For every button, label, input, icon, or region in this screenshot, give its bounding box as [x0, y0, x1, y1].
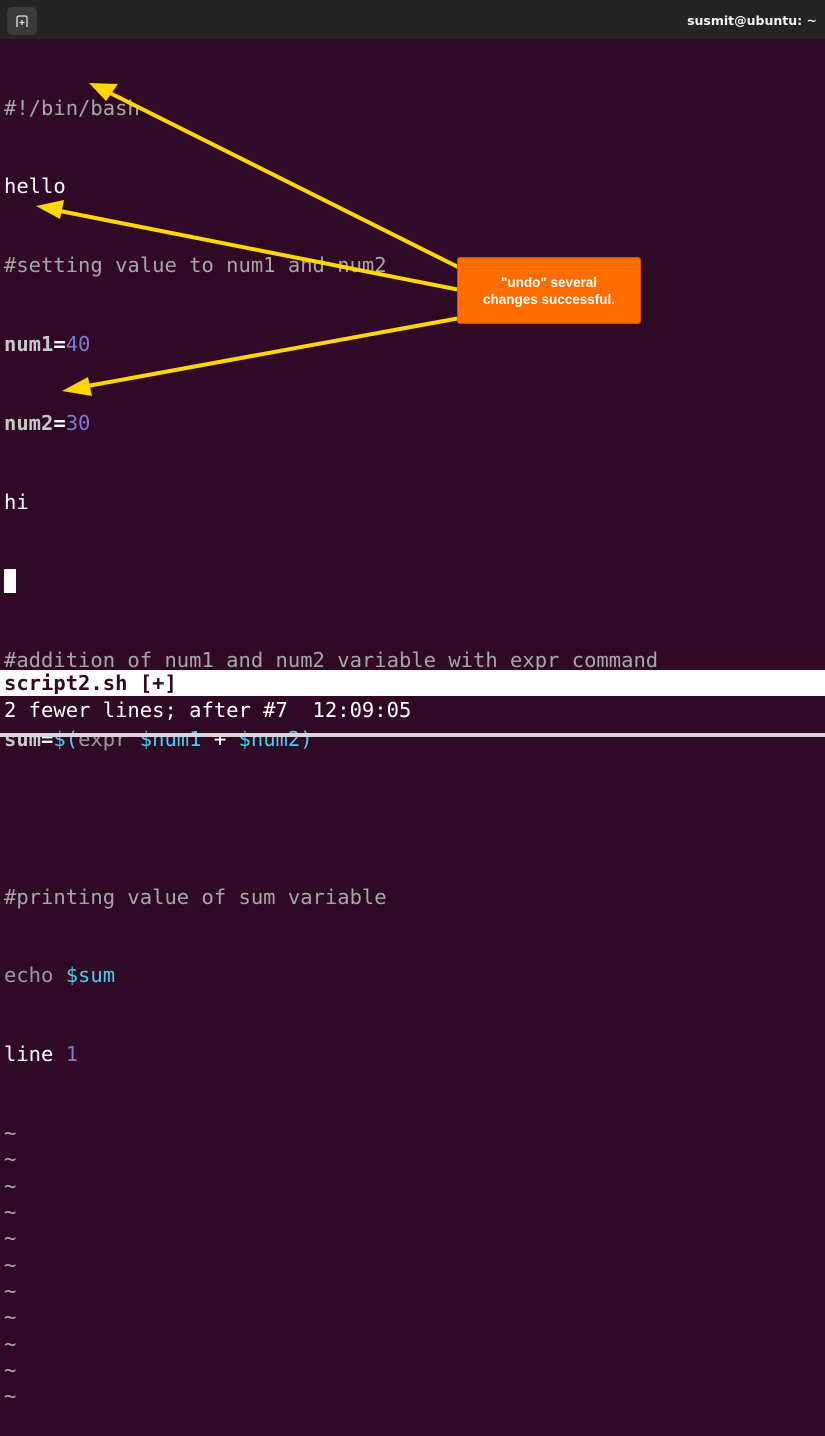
callout-line-2: changes successful. [482, 291, 616, 307]
vim-status-line: script2.sh [+] [0, 670, 825, 696]
tilde-line: ~ [4, 1278, 17, 1303]
variable: $num1 [139, 726, 202, 751]
variable: $sum [65, 963, 116, 988]
vim-editor[interactable]: #!/bin/bash hello #setting value to num1… [4, 42, 825, 1436]
new-tab-icon [16, 15, 28, 27]
tilde-line: ~ [4, 1226, 17, 1251]
tilde-line: ~ [4, 1147, 17, 1172]
text-cursor [4, 568, 16, 593]
number-literal: 1 [65, 1042, 79, 1067]
command: expr [78, 726, 140, 751]
annotation-callout: "undo" several changes successful. [457, 257, 641, 324]
word: line [4, 1042, 66, 1067]
var-name: num2 [4, 411, 54, 436]
operator: = [53, 411, 66, 436]
tilde-line: ~ [4, 1384, 17, 1409]
code-line-num1: num1=40 [4, 331, 825, 357]
operator: = [41, 726, 54, 751]
tilde-line: ~ [4, 1305, 17, 1330]
code-line-comment-setting: #setting value to num1 and num2 [4, 253, 387, 278]
tilde-line: ~ [4, 1121, 17, 1146]
callout-line-1: "undo" several [500, 274, 598, 290]
number-literal: 30 [65, 411, 91, 436]
title-bar: susmit@ubuntu: ~ [0, 0, 825, 40]
window-title: susmit@ubuntu: ~ [687, 13, 817, 28]
new-tab-button[interactable] [7, 7, 37, 35]
vim-message-line: 2 fewer lines; after #7 12:09:05 [4, 698, 412, 722]
variable: $num2 [238, 726, 301, 751]
code-line-hi: hi [4, 490, 29, 515]
code-line-line1: line 1 [4, 1041, 825, 1067]
code-line-echo: echo $sum [4, 962, 825, 988]
code-line-num2: num2=30 [4, 410, 825, 436]
number-literal: 40 [65, 332, 91, 357]
subshell-open: $( [53, 726, 79, 751]
subshell-close: ) [300, 726, 313, 751]
tilde-line: ~ [4, 1173, 17, 1198]
code-line-comment-printing: #printing value of sum variable [4, 884, 387, 909]
tilde-line: ~ [4, 1200, 17, 1225]
var-name: sum [4, 726, 42, 751]
code-line-shebang: #!/bin/bash [4, 95, 140, 120]
operator: = [53, 332, 66, 357]
code-line-cursor [4, 568, 825, 594]
tilde-line: ~ [4, 1252, 17, 1277]
window-bottom-border [0, 733, 825, 737]
tilde-line: ~ [4, 1331, 17, 1356]
code-line-hello: hello [4, 174, 66, 199]
var-name: num1 [4, 332, 54, 357]
command: echo [4, 963, 66, 988]
code-line-sum: sum=$(expr $num1 + $num2) [4, 726, 825, 752]
tilde-line: ~ [4, 1357, 17, 1382]
operator: + [201, 726, 239, 751]
empty-buffer-lines: ~ ~ ~ ~ ~ ~ ~ ~ ~ ~ ~ [4, 1120, 825, 1409]
